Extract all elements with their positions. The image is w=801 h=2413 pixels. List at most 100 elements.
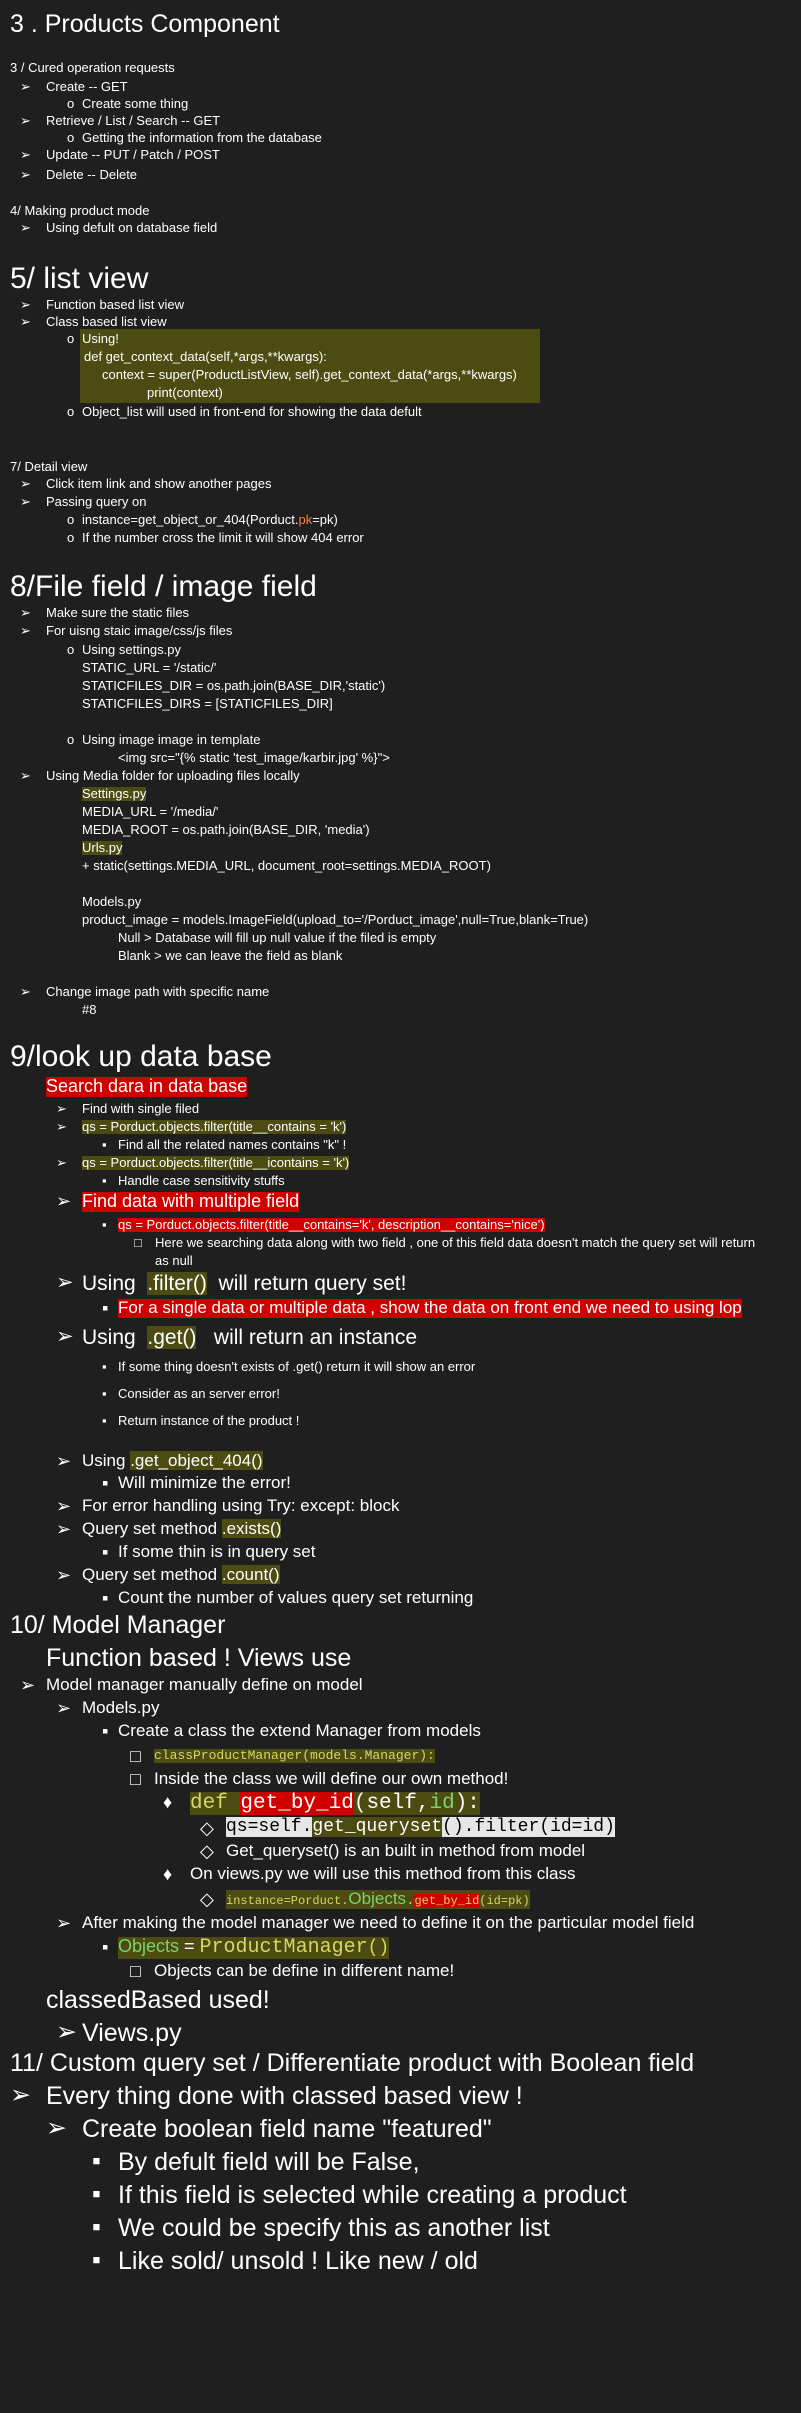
s9-using-g404: Using .get_object_404() — [82, 1451, 263, 1470]
arrow-bullet-icon: ➢ — [20, 297, 31, 312]
s10-class-code: classProductManager(models.Manager): — [154, 1748, 435, 1764]
hollow-square-bullet-icon: □ — [134, 1235, 142, 1250]
diamond-bullet-icon: ♦ — [163, 1792, 173, 1812]
s10-manual: Model manager manually define on model — [46, 1675, 363, 1694]
s9-qsm-count: Query set method .count() — [82, 1565, 280, 1584]
s10-inside: Inside the class we will define our own … — [154, 1769, 509, 1788]
s8-staticfiles-dir: STATICFILES_DIR = os.path.join(BASE_DIR,… — [82, 678, 386, 693]
s5-code-line-1: def get_context_data(self,*args,**kwargs… — [84, 349, 327, 364]
hollow-square-bullet-icon: □ — [130, 1746, 141, 1766]
s9-qs3-sub2: as null — [155, 1253, 193, 1268]
s8-static-call: + static(settings.MEDIA_URL, document_ro… — [82, 858, 491, 873]
s9-multiple: Find data with multiple field — [82, 1191, 300, 1212]
arrow-bullet-icon: ➢ — [20, 494, 31, 509]
s9-qs1: qs = Porduct.objects.filter(title__conta… — [82, 1119, 347, 1135]
s3-retrieve: Retrieve / List / Search -- GET — [46, 113, 221, 128]
s9-single: Find with single filed — [82, 1101, 200, 1116]
s9-front-end: For a single data or multiple data , sho… — [118, 1298, 742, 1318]
s9-qs3: qs = Porduct.objects.filter(title__conta… — [118, 1217, 545, 1233]
s3-retrieve-sub: Getting the information from the databas… — [82, 130, 322, 145]
s7-instance: instance=get_object_or_404(Porduct.pk=pk… — [82, 512, 338, 527]
circle-bullet-icon: o — [67, 404, 75, 419]
arrow-bullet-icon: ➢ — [56, 1451, 72, 1471]
s5-code-line-2: context = super(ProductListView, self).g… — [102, 367, 517, 382]
s8-settings-py: Settings.py — [82, 786, 147, 802]
arrow-bullet-icon: ➢ — [20, 476, 31, 491]
s9-g404-sub: Will minimize the error! — [118, 1473, 291, 1492]
arrow-bullet-icon: ➢ — [56, 1565, 72, 1585]
s7-limit: If the number cross the limit it will sh… — [82, 530, 364, 545]
s8-hash8: #8 — [82, 1002, 97, 1017]
heading-5: 5/ list view — [10, 262, 149, 295]
s9-qsm-exists: Query set method .exists() — [82, 1519, 282, 1538]
s10-create-class: Create a class the extend Manager from m… — [118, 1721, 481, 1740]
arrow-bullet-icon: ➢ — [20, 79, 31, 94]
s8-null: Null > Database will fill up null value … — [118, 930, 437, 945]
heading-10: 10/ Model Manager — [10, 1611, 226, 1639]
s3-delete: Delete -- Delete — [46, 167, 138, 182]
s7-click: Click item link and show another pages — [46, 476, 272, 491]
s11-sold: Like sold/ unsold ! Like new / old — [118, 2247, 478, 2275]
s5-class-based: Class based list view — [46, 314, 167, 329]
circle-bullet-icon: o — [67, 642, 75, 657]
s8-staticfiles-dirs: STATICFILES_DIRS = [STATICFILES_DIR] — [82, 696, 333, 711]
s3-create: Create -- GET — [46, 79, 128, 94]
s5-function-based: Function based list view — [46, 297, 185, 312]
s10-def-line: def get_by_id(self,id): — [190, 1792, 480, 1816]
s9-tryblock: For error handling using Try: except: bl… — [82, 1496, 400, 1515]
arrow-bullet-icon: ➢ — [56, 1325, 74, 1348]
arrow-bullet-icon: ➢ — [20, 623, 31, 638]
s9-exists-sub: If some thin is in query set — [118, 1542, 316, 1561]
arrow-bullet-icon: ➢ — [56, 1698, 72, 1718]
s8-media: Using Media folder for uploading files l… — [46, 768, 300, 783]
s9-qs2-sub: Handle case sensitivity stuffs — [118, 1173, 285, 1188]
s8-uisng: For uisng staic image/css/js files — [46, 623, 233, 638]
square-bullet-icon: ▪ — [102, 1473, 109, 1493]
circle-bullet-icon: o — [67, 732, 75, 747]
s10-obj-diff: Objects can be define in different name! — [154, 1961, 455, 1980]
s3-update: Update -- PUT / Patch / POST — [46, 147, 220, 162]
arrow-bullet-icon: ➢ — [56, 1191, 72, 1211]
arrow-bullet-icon: ➢ — [20, 768, 31, 783]
circle-bullet-icon: o — [67, 96, 75, 111]
square-bullet-icon: ▪ — [102, 1217, 107, 1232]
s9-using-get: Using .get() will return an instance — [82, 1326, 418, 1349]
s8-media-root: MEDIA_ROOT = os.path.join(BASE_DIR, 'med… — [82, 822, 370, 837]
s3-intro: 3 / Cured operation requests — [10, 60, 175, 75]
square-bullet-icon: ▪ — [102, 1137, 107, 1152]
s10-function-based: Function based ! Views use — [46, 1644, 352, 1672]
hollow-diamond-bullet-icon: ◇ — [200, 1841, 214, 1861]
s11-selected: If this field is selected while creating… — [118, 2181, 627, 2209]
s10-qs-line: qs=self.get_queryset().filter(id=id) — [226, 1817, 615, 1837]
s7-passing: Passing query on — [46, 494, 147, 509]
s9-get-sub3: Return instance of the product ! — [118, 1413, 300, 1428]
heading-11: 11/ Custom query set / Differentiate pro… — [10, 2049, 695, 2077]
s4-title: 4/ Making product mode — [10, 203, 150, 218]
heading-8: 8/File field / image field — [10, 570, 317, 603]
circle-bullet-icon: o — [67, 530, 75, 545]
s10-objects-line: Objects = ProductManager() — [118, 1936, 390, 1959]
square-bullet-icon: ▪ — [102, 1359, 107, 1374]
circle-bullet-icon: o — [67, 130, 75, 145]
s3-create-sub: Create some thing — [82, 96, 189, 111]
square-bullet-icon: ▪ — [102, 1413, 107, 1428]
s11-specify: We could be specify this as another list — [118, 2214, 550, 2242]
s9-get-sub2: Consider as an server error! — [118, 1386, 280, 1401]
arrow-bullet-icon: ➢ — [20, 113, 31, 128]
arrow-bullet-icon: ➢ — [56, 1271, 74, 1294]
arrow-bullet-icon: ➢ — [20, 605, 31, 620]
hollow-square-bullet-icon: □ — [130, 1769, 141, 1789]
s8-img-template: Using image image in template — [82, 732, 261, 747]
hollow-diamond-bullet-icon: ◇ — [200, 1818, 214, 1838]
arrow-bullet-icon: ➢ — [56, 1913, 72, 1933]
s10-after: After making the model manager we need t… — [82, 1913, 695, 1932]
s10-class-based: classedBased used! — [46, 1986, 270, 2014]
s5-object-list: Object_list will used in front-end for s… — [82, 404, 422, 419]
s9-qs3-sub1: Here we searching data along with two fi… — [155, 1235, 756, 1250]
document-page: 3 . Products Component 3 / Cured operati… — [0, 0, 801, 2413]
s10-models-py: Models.py — [82, 1698, 160, 1717]
s8-change-path: Change image path with specific name — [46, 984, 270, 999]
s8-img-tag: <img src="{% static 'test_image/karbir.j… — [118, 750, 390, 765]
s10-builtin: Get_queryset() is an built in method fro… — [226, 1841, 586, 1860]
square-bullet-icon: ▪ — [102, 1588, 109, 1608]
